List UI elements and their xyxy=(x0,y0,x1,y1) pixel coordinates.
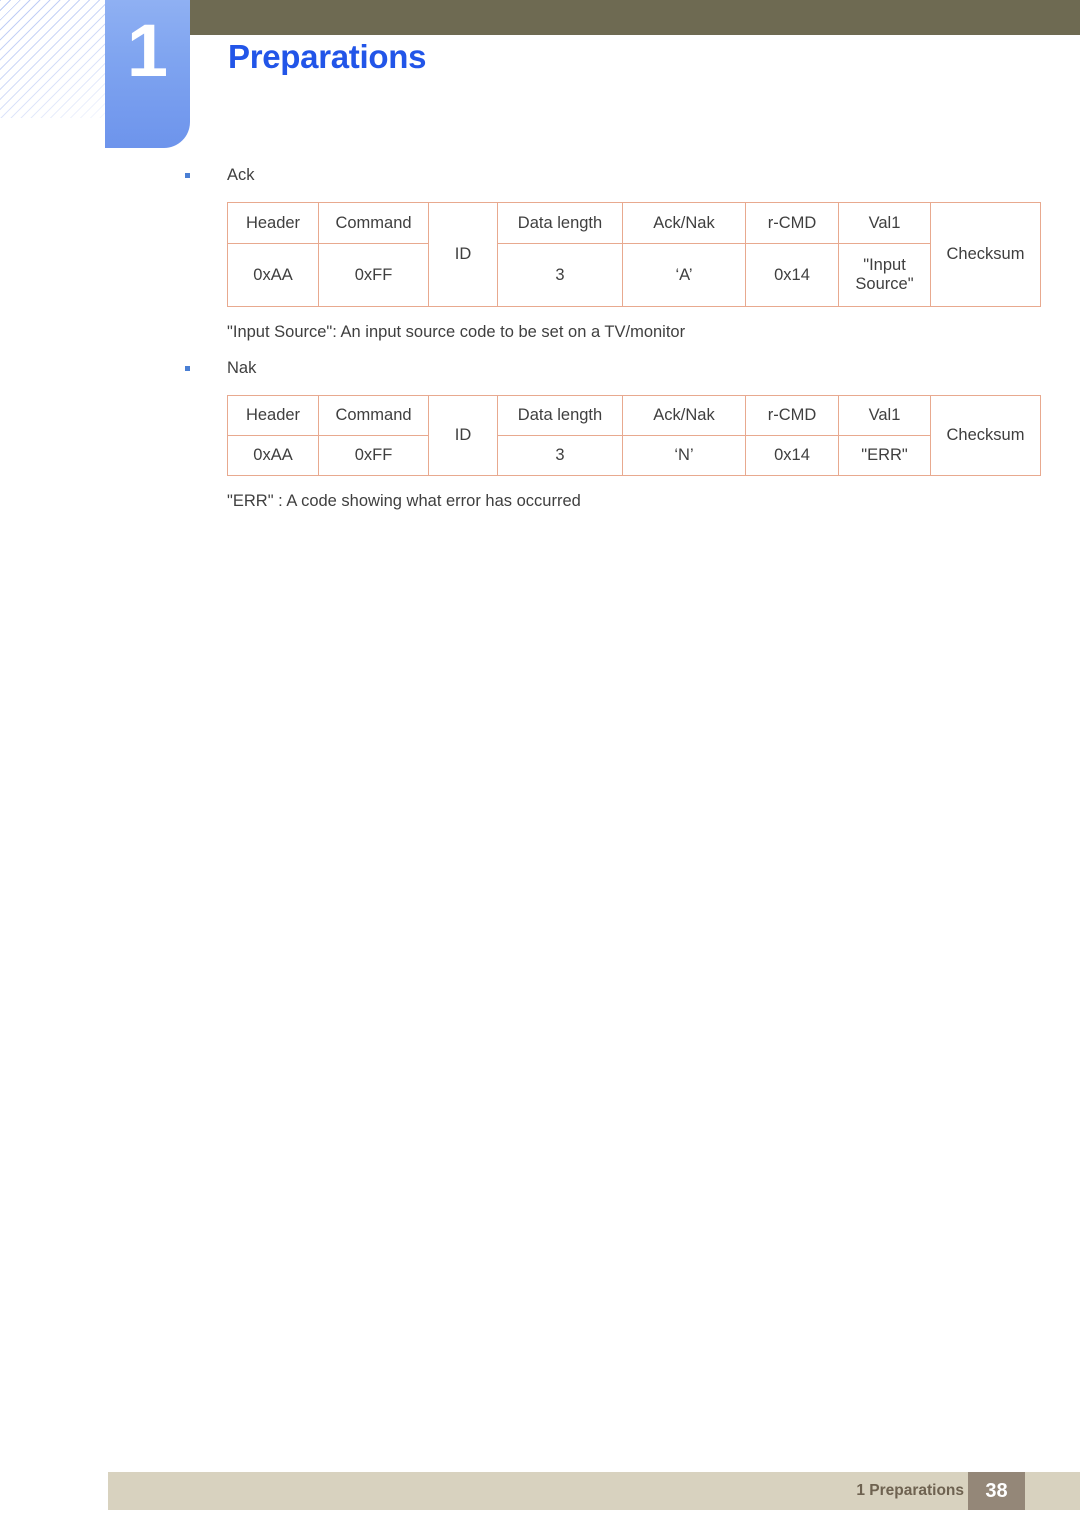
nak-protocol-table: Header Command ID Data length Ack/Nak r-… xyxy=(227,395,1041,476)
cell-data-length-value: 3 xyxy=(497,435,623,476)
cell-header-value: 0xAA xyxy=(227,243,319,307)
cell-r-cmd-value: 0x14 xyxy=(745,243,839,307)
list-item-nak: Nak xyxy=(182,353,1080,383)
chapter-tab: 1 xyxy=(105,0,190,148)
list-item-ack: Ack xyxy=(182,160,1080,190)
cell-checksum-label: Checksum xyxy=(930,395,1041,476)
cell-val1-label: Val1 xyxy=(838,395,931,436)
cell-checksum-label: Checksum xyxy=(930,202,1041,307)
nak-note-text: "ERR" : A code showing what error has oc… xyxy=(227,492,581,510)
page-number: 38 xyxy=(985,1480,1008,1502)
cell-data-length-label: Data length xyxy=(497,395,623,436)
cell-data-length-value: 3 xyxy=(497,243,623,307)
cell-ack-nak-label: Ack/Nak xyxy=(622,395,746,436)
header-olive-bar xyxy=(190,0,1080,35)
page-header: 1 Preparations xyxy=(0,0,1080,160)
cell-header-label: Header xyxy=(227,202,319,244)
cell-id-label: ID xyxy=(428,395,498,476)
ack-protocol-table: Header Command ID Data length Ack/Nak r-… xyxy=(227,202,1041,307)
cell-r-cmd-label: r-CMD xyxy=(745,202,839,244)
list-item-label: Nak xyxy=(227,359,257,377)
page-content: Ack Header Command ID Data length Ack/Na… xyxy=(0,160,1080,516)
cell-r-cmd-label: r-CMD xyxy=(745,395,839,436)
cell-r-cmd-value: 0x14 xyxy=(745,435,839,476)
cell-ack-nak-value: ‘A’ xyxy=(622,243,746,307)
chapter-number: 1 xyxy=(126,9,169,92)
cell-command-label: Command xyxy=(318,395,429,436)
footer-chapter-label: 1 Preparations xyxy=(856,1482,964,1499)
page-number-box: 38 xyxy=(968,1472,1025,1510)
table-row-header: Header Command ID Data length Ack/Nak r-… xyxy=(227,202,1041,307)
cell-header-value: 0xAA xyxy=(227,435,319,476)
cell-header-label: Header xyxy=(227,395,319,436)
page-title: Preparations xyxy=(228,38,427,75)
bullet-dot-icon xyxy=(185,173,190,178)
bullet-dot-icon xyxy=(185,366,190,371)
table-row-values: 0xAA 0xFF 3 ‘N’ 0x14 "ERR" xyxy=(227,435,1041,476)
list-item-label: Ack xyxy=(227,166,255,184)
ack-note-text: "Input Source": An input source code to … xyxy=(227,323,686,341)
cell-command-value: 0xFF xyxy=(318,243,429,307)
table-row-header: Header Command ID Data length Ack/Nak r-… xyxy=(227,395,1041,476)
cell-val1-label: Val1 xyxy=(838,202,931,244)
cell-ack-nak-label: Ack/Nak xyxy=(622,202,746,244)
page-footer: 1 Preparations 38 xyxy=(108,1472,1080,1510)
cell-id-label: ID xyxy=(428,202,498,307)
cell-command-label: Command xyxy=(318,202,429,244)
cell-data-length-label: Data length xyxy=(497,202,623,244)
cell-command-value: 0xFF xyxy=(318,435,429,476)
table-row-values: 0xAA 0xFF 3 ‘A’ 0x14 "Input Source" xyxy=(227,243,1041,307)
cell-val1-value: "Input Source" xyxy=(838,243,931,307)
cell-ack-nak-value: ‘N’ xyxy=(622,435,746,476)
cell-val1-value: "ERR" xyxy=(838,435,931,476)
